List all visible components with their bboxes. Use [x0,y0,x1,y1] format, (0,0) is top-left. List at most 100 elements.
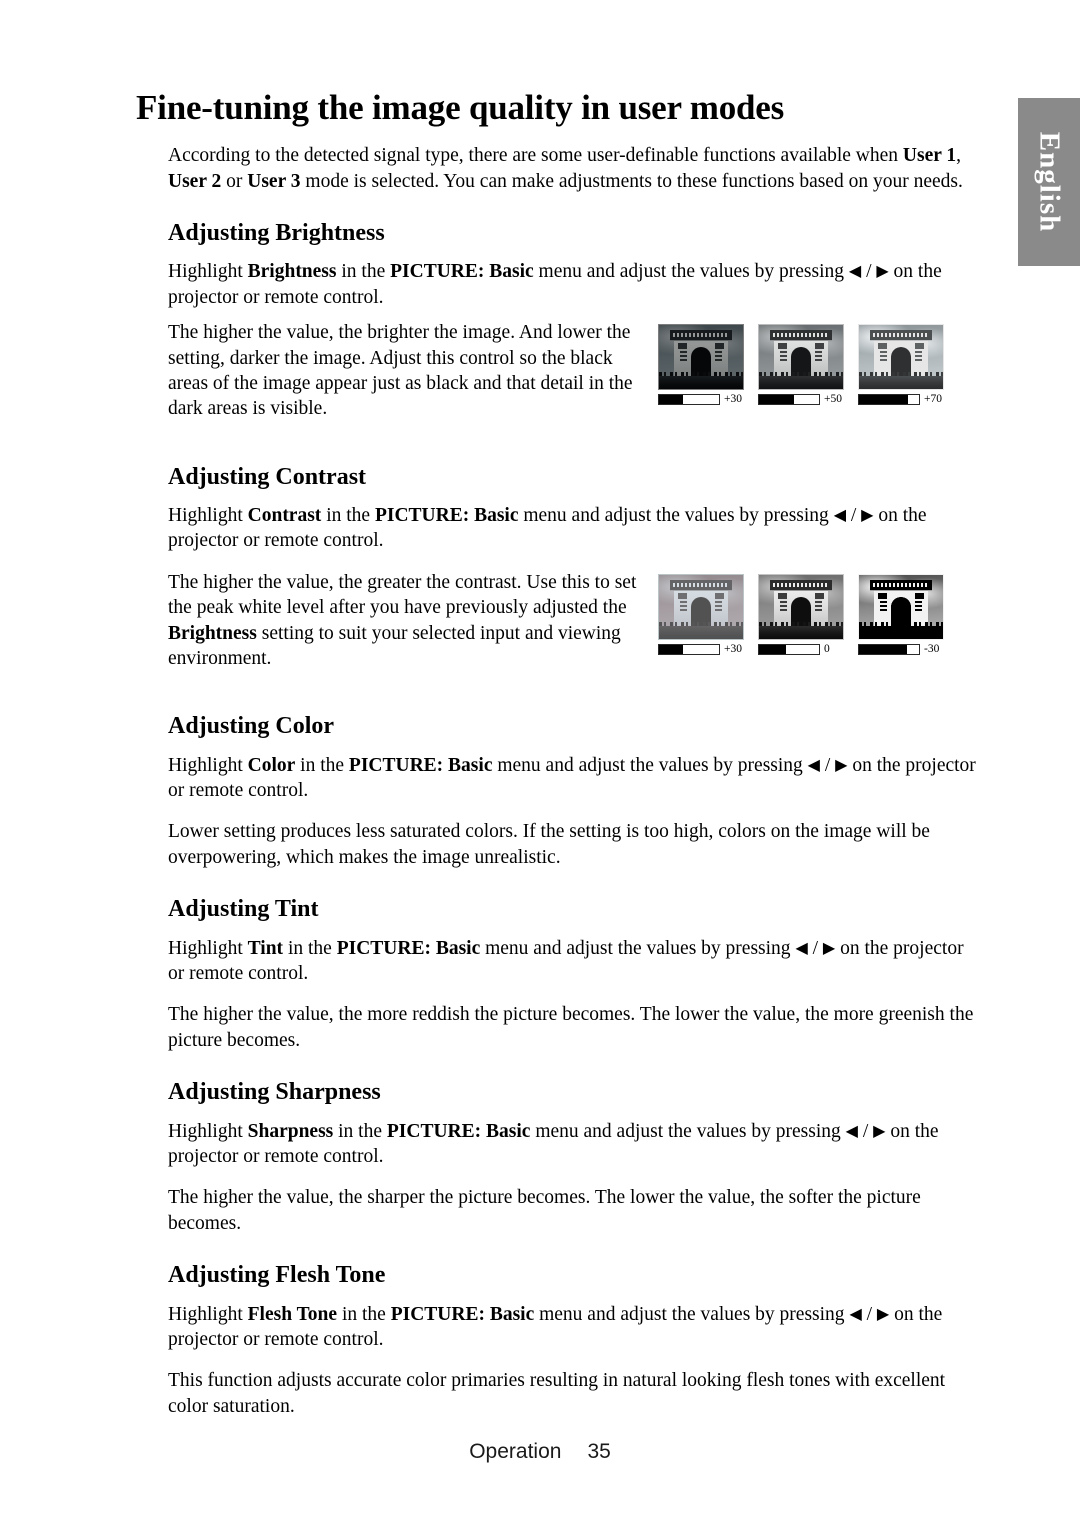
value-bar-row: 0 [758,642,830,656]
section-heading-tint: Adjusting Tint [168,896,319,923]
color-instruction: Highlight Color in the PICTURE: Basic me… [136,753,978,804]
arrow-separator: / [819,754,836,776]
value-bar-row: +70 [858,394,942,406]
arch-structure [670,330,732,379]
arrow-separator: / [846,505,862,527]
arch-attic [670,579,732,591]
value-bar-row: +30 [658,394,742,406]
left-arrow-icon: ◀ [833,507,846,525]
intro-sep-1: , [956,145,962,167]
tint-instruction: Highlight Tint in the PICTURE: Basic men… [136,936,978,987]
ground-layer [659,625,743,639]
brightness-description: The higher the value, the brighter the i… [168,322,633,420]
color-instr-post: menu and adjust the values by pressing [492,754,808,776]
arch-attic [870,579,932,591]
intro-text-part2: mode is selected. You can make adjustmen… [300,170,963,192]
sharpness-instr-post: menu and adjust the values by pressing [530,1120,846,1142]
value-bar [758,644,820,656]
ground-layer [659,376,743,390]
right-arrow-icon: ▶ [861,507,874,525]
value-bar-fill [759,645,786,655]
footer-page-number: 35 [587,1440,611,1463]
section-heading-contrast: Adjusting Contrast [168,463,367,490]
right-arrow-icon: ▶ [873,1122,886,1140]
value-bar [858,644,920,656]
intro-paragraph: According to the detected signal type, t… [136,143,978,194]
arch-structure [670,579,732,628]
contrast-desc-bold: Brightness [168,622,257,644]
arch-relief-right [715,347,722,362]
value-label: +30 [724,393,742,406]
contrast-thumbnail-1: +30 [658,573,746,656]
page-title: Fine-tuning the image quality in user mo… [136,88,785,127]
arc-de-triomphe-image [758,573,844,640]
tint-instr-post: menu and adjust the values by pressing [480,937,796,959]
user-mode-3: User 3 [247,170,301,192]
value-label: +70 [924,393,942,406]
tint-instr-pre: Highlight [168,937,248,959]
brightness-description-wrap: The higher the value, the brighter the i… [136,320,648,437]
arch-attic [770,330,832,342]
sharpness-menu-name: PICTURE: Basic [386,1120,531,1142]
arch-structure [770,330,832,379]
value-bar [858,394,920,406]
value-bar-fill [859,645,907,655]
flesh-tone-instr-mid: in the [337,1303,391,1325]
section-heading-color: Adjusting Color [168,713,335,740]
page-footer: Operation 35 [0,1440,1080,1464]
tint-menu-name: PICTURE: Basic [336,937,481,959]
section-heading-flesh-tone: Adjusting Flesh Tone [168,1262,386,1289]
value-bar [758,394,820,406]
arch-structure [870,579,932,628]
color-instr-mid: in the [295,754,349,776]
arc-de-triomphe-image [758,324,844,391]
left-arrow-icon: ◀ [848,263,862,281]
value-label: +50 [824,393,842,406]
contrast-description: The higher the value, the greater the co… [136,570,648,671]
tint-description: The higher the value, the more reddish t… [168,1004,974,1051]
contrast-instr-pre: Highlight [168,505,248,527]
arrow-separator: / [861,261,877,283]
left-arrow-icon: ◀ [795,939,808,957]
arch-structure [770,579,832,628]
contrast-description-wrap: The higher the value, the greater the co… [136,570,648,687]
arch-relief-right [815,347,822,362]
color-setting-name: Color [247,754,296,776]
ground-layer [859,625,943,639]
sharpness-instr-mid: in the [333,1120,387,1142]
left-arrow-icon: ◀ [807,756,820,774]
footer-chapter-label: Operation [469,1440,562,1463]
arrow-separator: / [861,1303,877,1325]
arch-relief-right [715,596,722,611]
brightness-instr-mid: in the [336,261,391,283]
intro-text-part1: According to the detected signal type, t… [168,145,903,167]
color-menu-name: PICTURE: Basic [348,754,493,776]
ground-layer [759,625,843,639]
arc-de-triomphe-image [658,324,744,391]
value-bar-row: +30 [658,643,742,656]
value-bar-row: -30 [858,643,939,656]
contrast-figure-row: The higher the value, the greater the co… [136,570,978,687]
value-bar [658,644,720,656]
contrast-menu-name: PICTURE: Basic [374,505,519,527]
arch-relief-left [780,347,787,362]
page-content: Fine-tuning the image quality in user mo… [136,88,978,1435]
arc-de-triomphe-image [658,573,744,640]
sharpness-instr-pre: Highlight [168,1120,248,1142]
value-bar-fill [759,395,794,405]
flesh-tone-instruction: Highlight Flesh Tone in the PICTURE: Bas… [136,1302,978,1353]
left-arrow-icon: ◀ [845,1122,858,1140]
brightness-instr-pre: Highlight [168,261,248,283]
arch-relief-right [815,596,822,611]
sharpness-description: The higher the value, the sharper the pi… [168,1187,921,1234]
sharpness-setting-name: Sharpness [247,1120,334,1142]
tint-setting-name: Tint [247,937,284,959]
flesh-tone-instr-pre: Highlight [168,1303,248,1325]
contrast-thumbnail-3: -30 [858,573,946,656]
section-heading-brightness: Adjusting Brightness [168,219,385,246]
value-label: 0 [824,642,830,655]
user-mode-1: User 1 [902,145,957,167]
contrast-desc-part1: The higher the value, the greater the co… [168,571,637,619]
right-arrow-icon: ▶ [876,1305,890,1323]
arch-relief-left [680,596,687,611]
